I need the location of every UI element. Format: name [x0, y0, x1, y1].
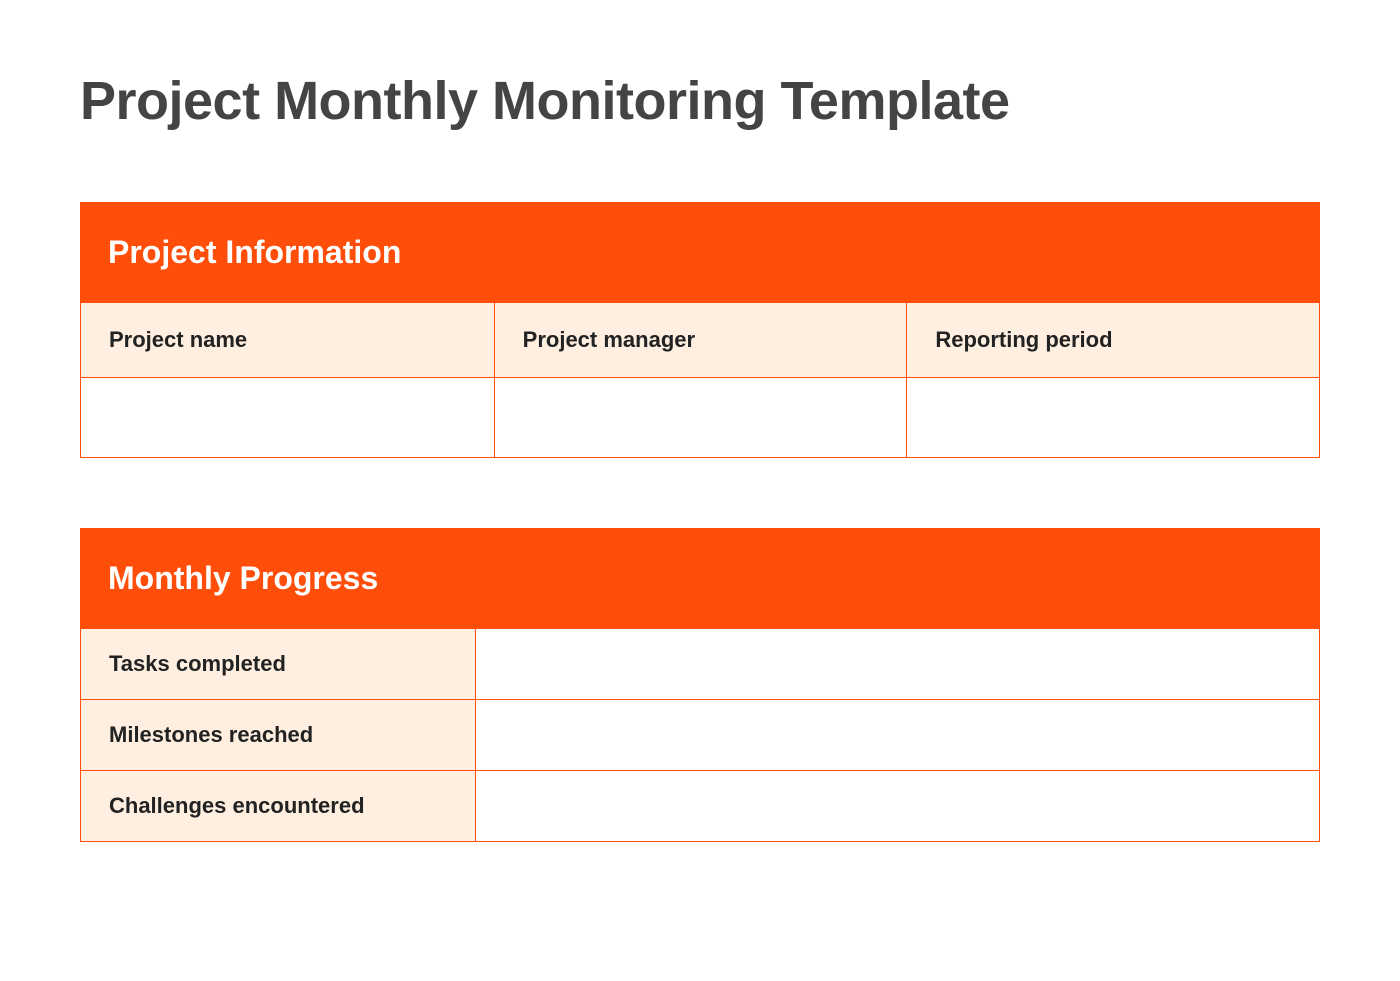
project-information-grid: Project name Project manager Reporting p…	[80, 303, 1320, 458]
reporting-period-value[interactable]	[906, 378, 1319, 458]
tasks-completed-value[interactable]	[475, 629, 1319, 700]
project-manager-label: Project manager	[494, 303, 907, 378]
tasks-completed-label: Tasks completed	[81, 629, 475, 700]
reporting-period-label: Reporting period	[906, 303, 1319, 378]
project-information-header: Project Information	[80, 202, 1320, 303]
milestones-reached-value[interactable]	[475, 700, 1319, 771]
challenges-encountered-value[interactable]	[475, 771, 1319, 842]
project-manager-value[interactable]	[494, 378, 907, 458]
monthly-progress-header: Monthly Progress	[80, 528, 1320, 629]
monthly-progress-grid: Tasks completed Milestones reached Chall…	[80, 629, 1320, 842]
page-title: Project Monthly Monitoring Template	[80, 70, 1320, 132]
project-name-value[interactable]	[81, 378, 494, 458]
project-information-section: Project Information Project name Project…	[80, 202, 1320, 458]
project-name-label: Project name	[81, 303, 494, 378]
challenges-encountered-label: Challenges encountered	[81, 771, 475, 842]
milestones-reached-label: Milestones reached	[81, 700, 475, 771]
monthly-progress-section: Monthly Progress Tasks completed Milesto…	[80, 528, 1320, 842]
